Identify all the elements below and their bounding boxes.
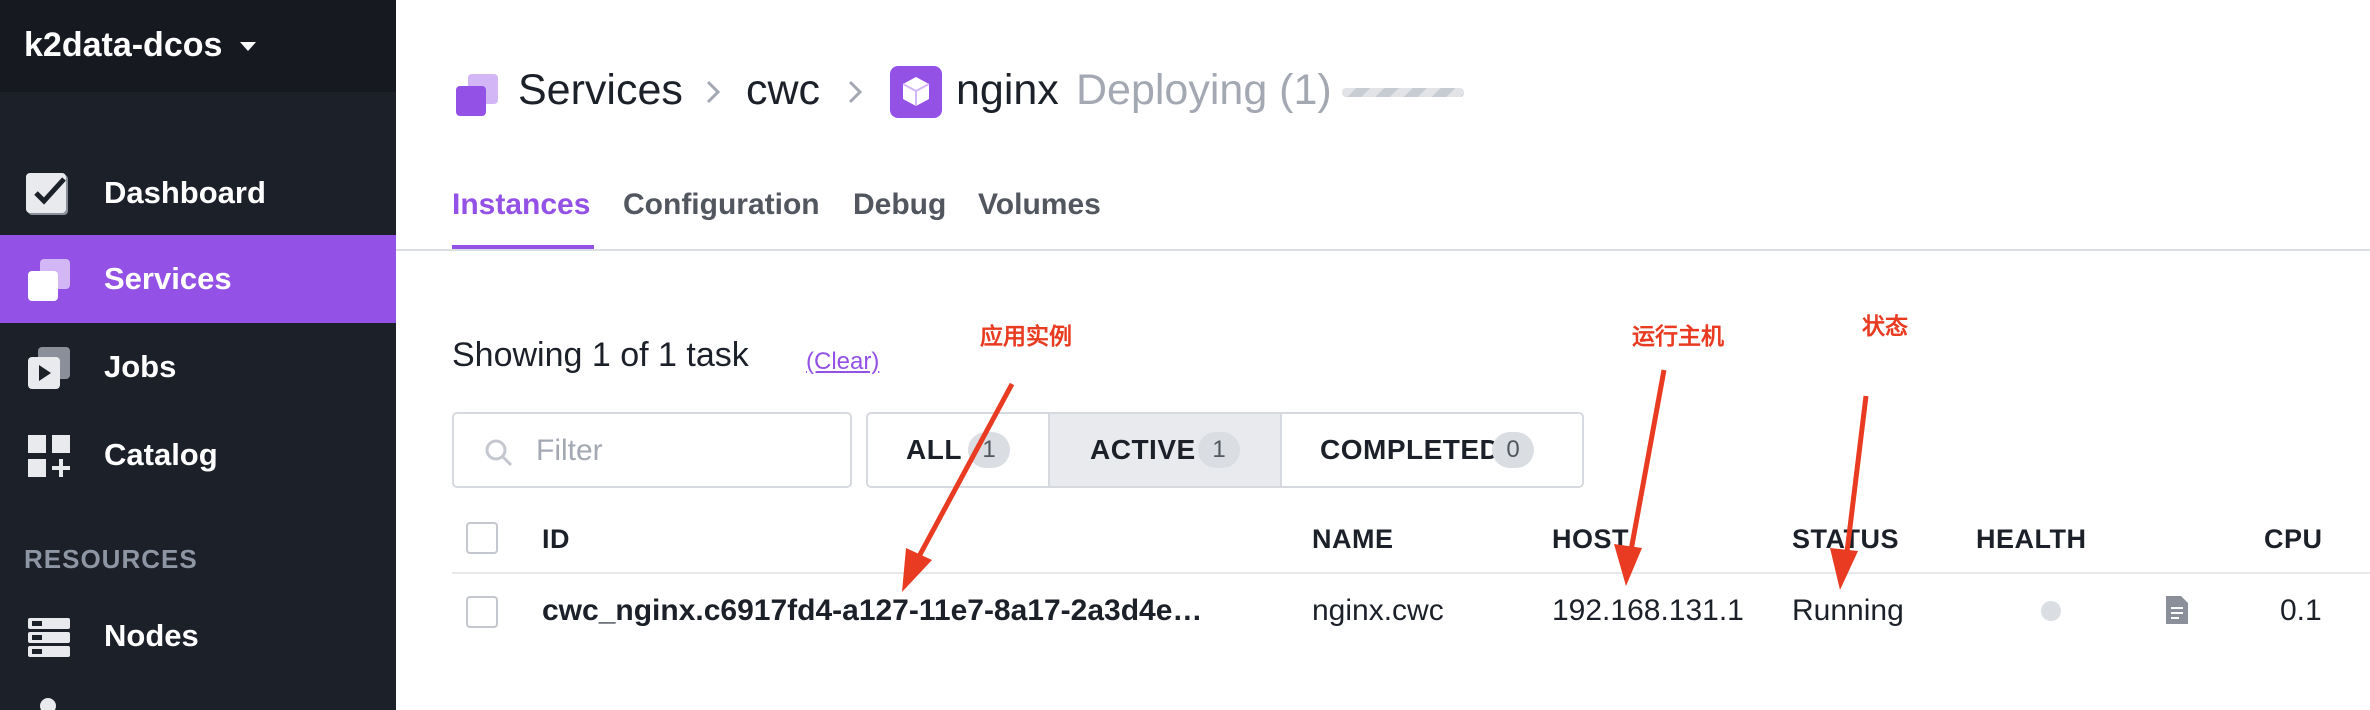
filter-placeholder: Filter	[536, 434, 603, 467]
column-header-host[interactable]: HOST	[1552, 524, 1629, 555]
status-filter-group: ALL 1 ACTIVE 1 COMPLETED 0	[866, 412, 1584, 488]
chevron-right-icon	[706, 80, 721, 104]
task-status: Running	[1792, 594, 1904, 627]
task-host[interactable]: 192.168.131.1	[1552, 594, 1744, 628]
tab-debug[interactable]: Debug	[853, 188, 946, 222]
breadcrumb-service: nginx	[956, 66, 1059, 114]
sidebar-item-dashboard[interactable]: Dashboard	[0, 149, 396, 237]
row-checkbox[interactable]	[466, 596, 498, 628]
jobs-icon	[28, 347, 70, 389]
services-icon	[28, 259, 70, 301]
task-count-summary: Showing 1 of 1 task	[452, 336, 749, 374]
breadcrumb-services[interactable]: Services	[518, 66, 683, 115]
sidebar-item-label: Jobs	[104, 349, 177, 384]
deployment-status: Deploying (1)	[1076, 66, 1332, 114]
status-filter-label: COMPLETED	[1320, 434, 1501, 465]
nodes-icon	[28, 618, 70, 657]
tab-instances[interactable]: Instances	[452, 188, 590, 222]
sidebar-item-label: Services	[104, 261, 232, 296]
catalog-icon	[28, 435, 70, 477]
status-filter-count: 1	[1198, 432, 1240, 468]
task-name: nginx.cwc	[1312, 594, 1444, 627]
sidebar: k2data-dcos Dashboard Services Jobs Cata…	[0, 0, 396, 710]
column-header-cpu[interactable]: CPU	[2264, 524, 2323, 555]
dashboard-icon	[26, 173, 68, 215]
annotation-instance: 应用实例	[980, 323, 1072, 349]
chevron-right-icon	[848, 80, 863, 104]
sidebar-item-catalog[interactable]: Catalog	[0, 411, 396, 499]
health-status-dot	[2041, 601, 2061, 621]
select-all-checkbox[interactable]	[466, 522, 498, 554]
column-header-health[interactable]: HEALTH	[1976, 524, 2087, 555]
annotation-host: 运行主机	[1632, 323, 1724, 349]
column-header-name[interactable]: NAME	[1312, 524, 1394, 555]
status-filter-count: 0	[1492, 432, 1534, 468]
services-icon	[456, 74, 498, 116]
sidebar-item-services[interactable]: Services	[0, 235, 396, 323]
column-header-status[interactable]: STATUS	[1792, 524, 1899, 555]
search-icon	[485, 439, 513, 467]
logs-document-icon[interactable]	[2164, 594, 2190, 626]
clear-filter-link[interactable]: (Clear)	[806, 348, 879, 376]
cluster-switcher[interactable]: k2data-dcos	[0, 0, 396, 92]
deployment-progress-bar	[1342, 88, 1464, 97]
tab-volumes[interactable]: Volumes	[978, 188, 1101, 222]
column-header-id[interactable]: ID	[542, 524, 570, 555]
status-filter-label: ALL	[906, 434, 962, 465]
table-header-divider	[452, 572, 2370, 574]
annotation-arrow-status	[1830, 395, 1869, 590]
breadcrumb-group[interactable]: cwc	[746, 66, 820, 115]
sidebar-item-nodes[interactable]: Nodes	[0, 592, 396, 680]
caret-down-icon	[240, 42, 256, 51]
status-filter-active[interactable]: ACTIVE 1	[1050, 414, 1280, 486]
task-cpu: 0.1	[2280, 594, 2322, 627]
status-filter-label: ACTIVE	[1090, 434, 1196, 465]
task-id-link[interactable]: cwc_nginx.c6917fd4-a127-11e7-8a17-2a3d4e…	[542, 594, 1202, 628]
sidebar-item-label: Nodes	[104, 618, 199, 653]
sidebar-section-resources: RESOURCES	[24, 544, 198, 574]
sidebar-item-label: Dashboard	[104, 175, 266, 210]
cluster-name: k2data-dcos	[24, 26, 223, 64]
service-box-icon	[890, 66, 942, 118]
status-filter-all[interactable]: ALL 1	[868, 414, 1048, 486]
status-filter-count: 1	[968, 432, 1010, 468]
annotation-status: 状态	[1862, 313, 1908, 339]
tab-configuration[interactable]: Configuration	[623, 188, 820, 222]
filter-input[interactable]: Filter	[452, 412, 852, 488]
status-filter-completed[interactable]: COMPLETED 0	[1282, 414, 1582, 486]
user-icon	[40, 698, 56, 710]
sidebar-item-jobs[interactable]: Jobs	[0, 323, 396, 411]
sidebar-item-label: Catalog	[104, 437, 218, 472]
tabs-divider	[396, 249, 2370, 251]
